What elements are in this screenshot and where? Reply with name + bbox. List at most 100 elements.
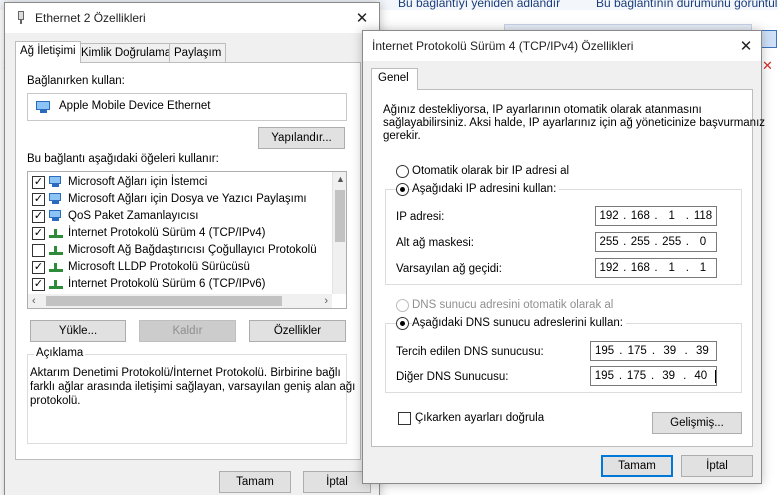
list-item[interactable]: ✓ Microsoft Ağları için Dosya ve Yazıcı …: [32, 191, 307, 207]
manual-dns-label[interactable]: Aşağıdaki DNS sunucu adreslerini kullan:: [412, 317, 626, 329]
auto-dns-radio[interactable]: [396, 299, 409, 312]
tab-sharing-label: Paylaşım: [174, 47, 222, 59]
tab-general[interactable]: Genel: [371, 68, 418, 90]
ip-address-label: IP adresi:: [396, 211, 445, 223]
ip-octet[interactable]: 1: [690, 262, 716, 274]
auto-dns-label[interactable]: DNS sunucu adresini otomatik olarak al: [412, 299, 613, 311]
ip-octet[interactable]: 255: [627, 236, 653, 248]
vertical-scrollbar[interactable]: ▲: [332, 172, 346, 294]
gateway-field[interactable]: 192. 168. 1. 1: [595, 258, 717, 278]
intro-text: sağlayabilirsiniz. Aksi halde, IP ayarla…: [383, 117, 766, 129]
ip-octet[interactable]: 168: [627, 262, 653, 274]
tab-authentication-label: Kimlik Doğrulama: [81, 47, 172, 59]
cancel-button[interactable]: İptal: [681, 455, 753, 477]
ip-octet[interactable]: 255: [596, 236, 622, 248]
item-checkbox[interactable]: ✓: [32, 209, 45, 223]
item-checkbox[interactable]: ✓: [32, 226, 45, 240]
validate-label[interactable]: Çıkarken ayarları doğrula: [415, 412, 544, 424]
validate-checkbox[interactable]: [398, 412, 411, 425]
ip-octet[interactable]: 1: [659, 262, 685, 274]
manual-dns-radio[interactable]: [396, 317, 409, 330]
components-list[interactable]: ✓ Microsoft Ağları için İstemci ✓ Micros…: [27, 171, 347, 309]
items-label: Bu bağlantı aşağıdaki öğeleri kullanır:: [27, 153, 219, 165]
ip-octet[interactable]: 39: [655, 370, 682, 382]
preferred-dns-field[interactable]: 195. 175. 39. 39: [590, 341, 717, 361]
list-item-label: QoS Paket Zamanlayıcısı: [68, 210, 199, 222]
list-item[interactable]: ✓ İnternet Protokolü Sürüm 4 (TCP/IPv4): [32, 225, 266, 241]
list-item-label: Microsoft Ağları için Dosya ve Yazıcı Pa…: [68, 193, 307, 205]
advanced-button[interactable]: Gelişmiş...: [652, 412, 742, 434]
item-checkbox[interactable]: ✓: [32, 192, 45, 206]
tab-authentication[interactable]: Kimlik Doğrulama: [76, 43, 177, 63]
auto-ip-label[interactable]: Otomatik olarak bir IP adresi al: [412, 165, 569, 177]
alternate-dns-field[interactable]: 195. 175. 39. 40: [590, 366, 717, 386]
list-item[interactable]: ✓ QoS Paket Zamanlayıcısı: [32, 208, 198, 224]
item-checkbox[interactable]: [32, 243, 45, 257]
install-button[interactable]: Yükle...: [30, 320, 126, 342]
ethernet-titlebar[interactable]: Ethernet 2 Özellikleri ✕: [5, 3, 379, 33]
ip-octet[interactable]: 175: [624, 345, 651, 357]
ip-octet[interactable]: 168: [627, 210, 653, 222]
list-item-label: İnternet Protokolü Sürüm 6 (TCP/IPv6): [68, 278, 266, 290]
cancel-button[interactable]: İptal: [303, 471, 371, 493]
scroll-up-icon[interactable]: ▲: [336, 174, 345, 184]
manual-ip-label[interactable]: Aşağıdaki IP adresini kullan:: [412, 183, 560, 195]
auto-ip-radio[interactable]: [396, 165, 409, 178]
ip-octet[interactable]: 192: [596, 210, 622, 222]
ip-octet[interactable]: 118: [690, 210, 716, 222]
adapter-name: Apple Mobile Device Ethernet: [59, 100, 211, 112]
tab-sharing[interactable]: Paylaşım: [169, 43, 227, 63]
network-adapter-icon: [15, 11, 27, 25]
scroll-left-icon[interactable]: ‹: [32, 295, 36, 307]
ip-octet[interactable]: 195: [591, 370, 618, 382]
ip-octet[interactable]: 39: [689, 345, 716, 357]
horizontal-scrollbar[interactable]: ‹ ›: [28, 294, 332, 308]
gateway-label: Varsayılan ağ geçidi:: [396, 263, 502, 275]
adapter-box: Apple Mobile Device Ethernet: [27, 93, 347, 121]
ip-octet[interactable]: 192: [596, 262, 622, 274]
background-rename-link[interactable]: Bu bağlantıyı yeniden adlandır: [398, 0, 560, 10]
background-status-link[interactable]: Bu bağlantının durumunu görüntüle: [596, 0, 778, 10]
ethernet-window-title: Ethernet 2 Özellikleri: [35, 11, 146, 25]
close-icon[interactable]: ✕: [351, 9, 373, 27]
tab-networking[interactable]: Ağ İletişimi: [15, 41, 81, 63]
horizontal-scroll-thumb[interactable]: [46, 296, 282, 306]
manual-ip-radio[interactable]: [396, 183, 409, 196]
alternate-dns-label: Diğer DNS Sunucusu:: [396, 371, 509, 383]
protocol-icon: [49, 227, 63, 239]
properties-button[interactable]: Özellikler: [249, 320, 346, 342]
ok-button[interactable]: Tamam: [219, 471, 291, 493]
ipv4-titlebar[interactable]: İnternet Protokolü Sürüm 4 (TCP/IPv4) Öz…: [363, 31, 761, 61]
remove-button[interactable]: Kaldır: [139, 320, 236, 342]
list-item-label: Microsoft Ağ Bağdaştırıcısı Çoğullayıcı …: [68, 244, 317, 256]
description-group: Açıklama Aktarım Denetimi Protokolü/İnte…: [27, 347, 355, 444]
list-item[interactable]: ✓ İnternet Protokolü Sürüm 6 (TCP/IPv6): [32, 276, 266, 292]
close-icon[interactable]: ✕: [735, 37, 757, 55]
subnet-field[interactable]: 255. 255. 255. 0: [595, 232, 717, 252]
item-checkbox[interactable]: ✓: [32, 260, 45, 274]
ip-octet[interactable]: 40: [687, 370, 714, 382]
ip-octet[interactable]: 39: [656, 345, 683, 357]
ipv4-properties-window: İnternet Protokolü Sürüm 4 (TCP/IPv4) Öz…: [362, 30, 766, 484]
connect-using-label: Bağlanırken kullan:: [27, 75, 125, 87]
ethernet-properties-window: Ethernet 2 Özellikleri ✕ Ağ İletişimi Ki…: [4, 2, 380, 495]
ip-octet[interactable]: 255: [659, 236, 685, 248]
ip-octet[interactable]: 175: [623, 370, 650, 382]
item-checkbox[interactable]: ✓: [32, 277, 45, 291]
ok-button[interactable]: Tamam: [601, 455, 673, 477]
scroll-right-icon[interactable]: ›: [324, 295, 328, 307]
ip-octet[interactable]: 0: [690, 236, 716, 248]
configure-button[interactable]: Yapılandır...: [258, 127, 345, 149]
network-service-icon: [49, 210, 63, 222]
background-error-icon: ✕: [762, 58, 773, 73]
list-item[interactable]: ✓ Microsoft Ağları için İstemci: [32, 174, 207, 190]
ip-octet[interactable]: 1: [659, 210, 685, 222]
preferred-dns-label: Tercih edilen DNS sunucusu:: [396, 346, 544, 358]
description-text: farklı ağlar arasında iletişimi sağlayan…: [30, 381, 356, 393]
list-item[interactable]: ✓ Microsoft LLDP Protokolü Sürücüsü: [32, 259, 250, 275]
vertical-scroll-thumb[interactable]: [335, 190, 345, 242]
ip-address-field[interactable]: 192. 168. 1. 118: [595, 206, 717, 226]
item-checkbox[interactable]: ✓: [32, 175, 45, 189]
list-item[interactable]: Microsoft Ağ Bağdaştırıcısı Çoğullayıcı …: [32, 242, 317, 258]
ip-octet[interactable]: 195: [591, 345, 618, 357]
